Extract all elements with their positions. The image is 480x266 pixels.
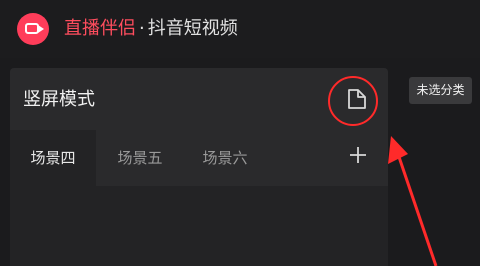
mode-title: 竖屏模式 <box>23 89 95 110</box>
scene-panel: 竖屏模式 场景四 场景五 场景六 <box>10 68 388 266</box>
plus-icon[interactable] <box>345 142 371 168</box>
scene-tabs: 场景四 场景五 场景六 <box>10 130 388 186</box>
panel-header: 竖屏模式 <box>10 68 388 130</box>
title-bar: 直播伴侣 · 抖音短视频 <box>0 0 480 58</box>
app-subtitle: 抖音短视频 <box>147 18 238 39</box>
tab-scene-5[interactable]: 场景五 <box>100 130 180 186</box>
title-separator: · <box>139 18 145 39</box>
app-logo <box>17 13 49 45</box>
camera-icon <box>25 23 39 34</box>
file-icon[interactable] <box>344 86 370 112</box>
app-brand: 直播伴侣 <box>64 18 136 39</box>
tab-scene-6[interactable]: 场景六 <box>185 130 265 186</box>
app-title: 直播伴侣 · 抖音短视频 <box>64 17 238 41</box>
category-tag[interactable]: 未选分类 <box>409 77 472 104</box>
tab-scene-4[interactable]: 场景四 <box>10 130 96 186</box>
